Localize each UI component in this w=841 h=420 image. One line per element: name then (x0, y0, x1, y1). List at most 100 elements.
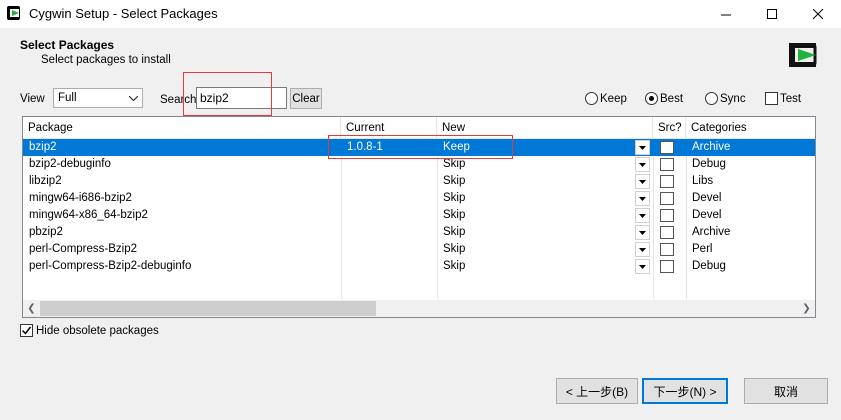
src-checkbox[interactable] (660, 192, 674, 205)
new-action-dropdown-icon[interactable] (635, 191, 650, 206)
radio-sync-label: Sync (720, 93, 746, 105)
package-name-cell: bzip2 (29, 141, 57, 153)
new-action-cell[interactable]: Skip (437, 173, 627, 190)
new-action-dropdown-icon[interactable] (635, 157, 650, 172)
new-action-cell[interactable]: Skip (437, 207, 627, 224)
package-name-cell: mingw64-x86_64-bzip2 (29, 209, 148, 221)
package-name-cell: mingw64-i686-bzip2 (29, 192, 132, 204)
new-action-dropdown-icon[interactable] (635, 225, 650, 240)
new-action-dropdown-icon[interactable] (635, 174, 650, 189)
package-name-cell: pbzip2 (29, 226, 63, 238)
minimize-button[interactable] (703, 0, 749, 28)
minimize-icon (720, 14, 731, 15)
table-row[interactable]: mingw64-i686-bzip2 Skip Devel (23, 190, 815, 207)
test-checkbox[interactable] (765, 92, 778, 105)
category-cell: Perl (692, 243, 713, 255)
back-button[interactable]: < 上一步(B) (556, 378, 638, 404)
column-header-src[interactable]: Src? (653, 117, 686, 139)
cancel-button[interactable]: 取消 (744, 378, 828, 404)
new-action-cell[interactable]: Keep (437, 139, 627, 156)
radio-keep[interactable] (585, 92, 598, 105)
category-cell: Archive (692, 141, 731, 153)
new-action-cell[interactable]: Skip (437, 258, 627, 275)
new-action-cell[interactable]: Skip (437, 156, 627, 173)
current-version-cell (341, 173, 437, 190)
new-action-cell[interactable]: Skip (437, 224, 627, 241)
page-title: Select Packages (20, 38, 115, 52)
new-action-dropdown-icon[interactable] (635, 259, 650, 274)
src-checkbox[interactable] (660, 158, 674, 171)
package-name-cell: libzip2 (29, 175, 62, 187)
current-version-cell (341, 258, 437, 275)
close-icon (812, 8, 823, 19)
category-cell: Debug (692, 260, 726, 272)
view-select-value: Full (58, 92, 77, 104)
maximize-button[interactable] (749, 0, 795, 28)
page-subtitle: Select packages to install (41, 54, 171, 66)
column-header-current[interactable]: Current (341, 117, 437, 139)
category-cell: Devel (692, 192, 722, 204)
current-version-cell (341, 156, 437, 173)
scroll-left-icon[interactable]: ❮ (23, 300, 40, 317)
src-checkbox[interactable] (660, 141, 674, 154)
table-row[interactable]: mingw64-x86_64-bzip2 Skip Devel (23, 207, 815, 224)
category-cell: Devel (692, 209, 722, 221)
new-action-dropdown-icon[interactable] (635, 140, 650, 155)
cygwin-logo-icon (789, 43, 817, 67)
column-header-new[interactable]: New (437, 117, 653, 139)
cygwin-app-icon (7, 6, 20, 20)
table-row[interactable]: perl-Compress-Bzip2-debuginfo Skip Debug (23, 258, 815, 275)
package-list-header: Package Current New Src? Categories (23, 117, 815, 139)
title-bar: Cygwin Setup - Select Packages (0, 0, 841, 28)
view-select[interactable]: Full (53, 88, 143, 108)
checkmark-icon (21, 326, 32, 335)
category-cell: Archive (692, 226, 731, 238)
search-label: Search (160, 94, 197, 106)
radio-sync[interactable] (705, 92, 718, 105)
package-name-cell: bzip2-debuginfo (29, 158, 111, 170)
current-version-cell (341, 241, 437, 258)
view-label: View (20, 93, 45, 105)
hide-obsolete-checkbox[interactable] (20, 324, 33, 337)
table-row[interactable]: perl-Compress-Bzip2 Skip Perl (23, 241, 815, 258)
category-cell: Libs (692, 175, 714, 187)
radio-keep-label: Keep (600, 93, 627, 105)
new-action-dropdown-icon[interactable] (635, 242, 650, 257)
package-name-cell: perl-Compress-Bzip2 (29, 243, 138, 255)
table-row[interactable]: bzip2 1.0.8-1 Keep Archive (23, 139, 815, 156)
category-cell: Debug (692, 158, 726, 170)
radio-best[interactable] (645, 92, 658, 105)
table-row[interactable]: libzip2 Skip Libs (23, 173, 815, 190)
column-header-package[interactable]: Package (23, 117, 341, 139)
src-checkbox[interactable] (660, 260, 674, 273)
src-checkbox[interactable] (660, 209, 674, 222)
radio-best-label: Best (660, 93, 684, 105)
new-action-cell[interactable]: Skip (437, 241, 627, 258)
current-version-cell (341, 207, 437, 224)
scrollbar-thumb[interactable] (40, 301, 376, 316)
package-name-cell: perl-Compress-Bzip2-debuginfo (29, 260, 192, 272)
page-header: Select Packages Select packages to insta… (0, 28, 841, 80)
test-checkbox-label: Test (780, 93, 802, 105)
table-row[interactable]: pbzip2 Skip Archive (23, 224, 815, 241)
new-action-dropdown-icon[interactable] (635, 208, 650, 223)
src-checkbox[interactable] (660, 243, 674, 256)
clear-button[interactable]: Clear (290, 88, 322, 109)
horizontal-scrollbar[interactable]: ❮ ❯ (23, 300, 815, 317)
maximize-icon (766, 8, 777, 19)
next-button[interactable]: 下一步(N) > (642, 378, 728, 404)
current-version-cell (341, 190, 437, 207)
search-input[interactable] (196, 87, 287, 109)
package-list[interactable]: Package Current New Src? Categories bzip… (22, 116, 816, 318)
hide-obsolete-label: Hide obsolete packages (36, 325, 159, 337)
new-action-cell[interactable]: Skip (437, 190, 627, 207)
scroll-right-icon[interactable]: ❯ (798, 300, 815, 317)
window-title: Cygwin Setup - Select Packages (29, 6, 218, 21)
column-header-categories[interactable]: Categories (686, 117, 815, 139)
close-button[interactable] (795, 0, 841, 28)
src-checkbox[interactable] (660, 226, 674, 239)
chevron-down-icon (125, 89, 142, 107)
table-row[interactable]: bzip2-debuginfo Skip Debug (23, 156, 815, 173)
current-version-cell: 1.0.8-1 (347, 141, 383, 153)
src-checkbox[interactable] (660, 175, 674, 188)
